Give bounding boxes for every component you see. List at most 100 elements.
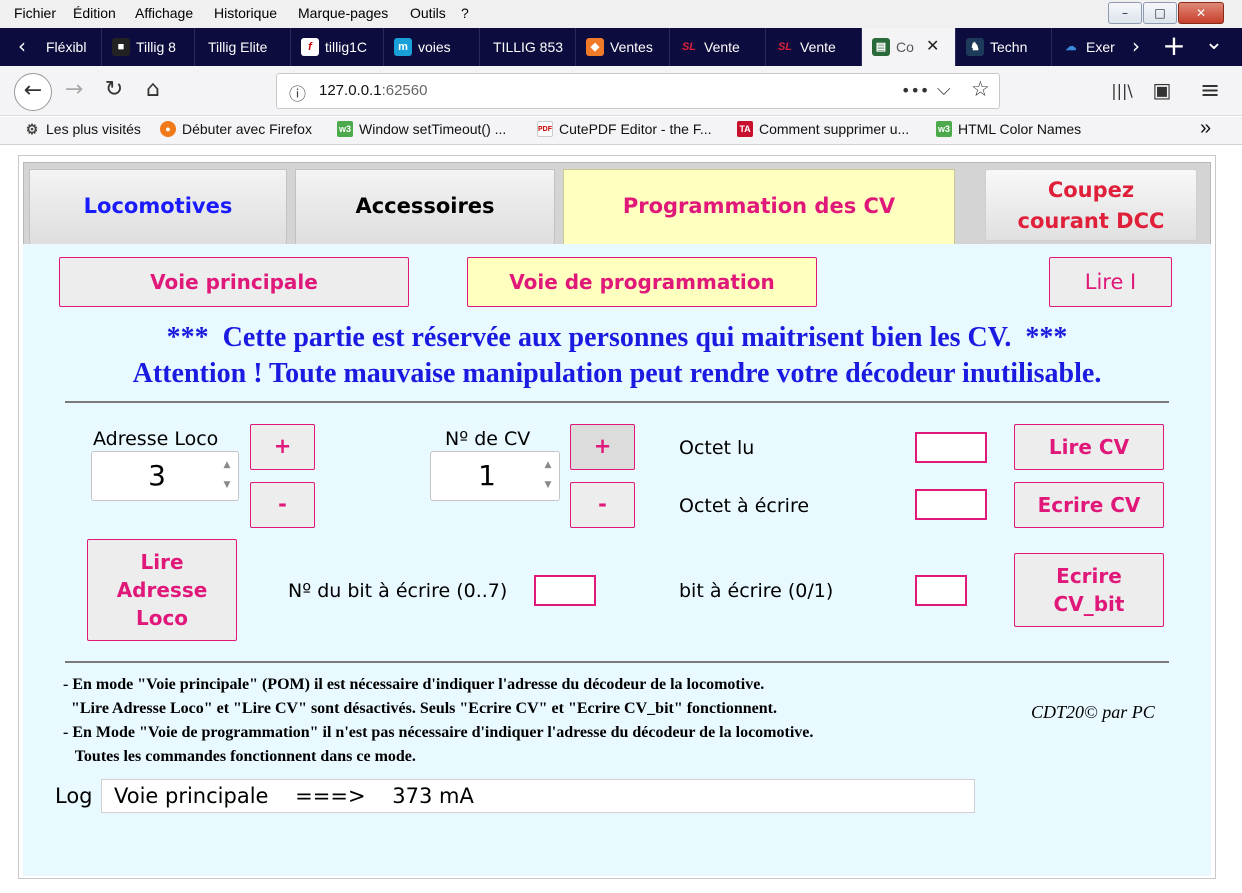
read-current-button[interactable]: Lire I [1049,257,1172,307]
menu-outils[interactable]: Outils [410,5,446,21]
bookmark-item[interactable]: w3 HTML Color Names [936,120,1081,137]
new-tab-button[interactable]: + [1160,28,1188,66]
sl-icon: SL [777,40,793,53]
menu-fichier[interactable]: Fichier [14,5,56,21]
bookmark-label: Window setTimeout() ... [359,121,507,137]
navigation-bar: ← → ↻ ⌂ ⓘ 127.0.0.1:62560 ••• ⌵ ☆ |||\ ▣… [0,66,1242,116]
maximize-button[interactable]: □ [1143,2,1177,24]
cut-dcc-power-button[interactable]: Coupez courant DCC [985,169,1197,241]
hamburger-menu-icon[interactable]: ≡ [1194,75,1226,107]
bookmark-item[interactable]: PDF CutePDF Editor - the F... [537,120,712,137]
library-icon[interactable]: |||\ [1106,75,1138,107]
box-icon: ◆ [586,37,604,56]
tab-accessoires[interactable]: Accessoires [295,169,555,245]
main-track-button[interactable]: Voie principale [59,257,409,307]
bookmark-item[interactable]: ● Débuter avec Firefox [160,120,312,137]
browser-tab[interactable]: f tillig1C [291,28,384,66]
address-minus-button[interactable]: - [250,482,315,528]
bookmark-item[interactable]: TA Comment supprimer u... [737,120,910,137]
bookmark-item[interactable]: ⚙ Les plus visités [24,121,141,137]
site-icon: ■ [112,37,130,56]
write-cv-button[interactable]: Ecrire CV [1014,482,1164,528]
cv-number-input[interactable]: 1 ▲ ▼ [430,451,560,501]
cv-plus-button[interactable]: + [570,424,635,470]
home-button[interactable]: ⌂ [137,75,169,107]
write-cv-bit-button[interactable]: Ecrire CV_bit [1014,553,1164,627]
reload-button[interactable]: ↻ [98,75,130,107]
browser-tab[interactable]: m voies [384,28,480,66]
octet-write-field[interactable] [915,489,987,520]
gear-icon: ⚙ [25,120,39,137]
address-value: 3 [148,459,166,492]
tab-locomotives[interactable]: Locomotives [29,169,287,245]
bit-number-field[interactable] [534,575,596,606]
browser-tab[interactable]: ■ Tillig 8 [102,28,195,66]
tab-label: Exer [1086,39,1115,55]
help-note-1: - En mode "Voie principale" (POM) il est… [63,676,765,693]
menu-edition[interactable]: Édition [73,5,116,21]
tab-label: voies [418,39,451,55]
bookmark-label: Débuter avec Firefox [182,121,312,137]
app-frame: Locomotives Accessoires Programmation de… [18,155,1216,879]
address-plus-button[interactable]: + [250,424,315,470]
minimize-button[interactable]: – [1108,2,1142,24]
read-cv-button[interactable]: Lire CV [1014,424,1164,470]
bookmark-label: CutePDF Editor - the F... [559,121,712,137]
url-host: 127.0.0.1 [319,82,382,99]
browser-tab[interactable]: TILLIG 853 [480,28,576,66]
warning-line-1: *** Cette partie est réservée aux person… [166,322,1068,353]
page-actions-icon[interactable]: ••• [901,81,929,100]
close-tab-icon[interactable]: ✕ [926,28,939,66]
browser-tab[interactable]: Tillig Elite [195,28,291,66]
w3-icon: w3 [337,120,353,137]
menu-historique[interactable]: Historique [214,5,277,21]
programming-track-button[interactable]: Voie de programmation [467,257,817,307]
cut-button-line1: Coupez [1047,178,1135,202]
page-content: Locomotives Accessoires Programmation de… [0,146,1242,893]
m-icon: m [394,37,412,56]
close-window-button[interactable]: ✕ [1178,2,1224,24]
spinner-arrows-icon[interactable]: ▲ ▼ [539,455,557,497]
sidebar-icon[interactable]: ▣ [1146,75,1178,107]
menu-marque-pages[interactable]: Marque-pages [298,5,388,21]
train-icon: ▤ [872,37,890,56]
browser-tab[interactable]: ♞ Techn [956,28,1052,66]
spinner-arrows-icon[interactable]: ▲ ▼ [218,455,236,497]
bookmark-item[interactable]: w3 Window setTimeout() ... [337,120,507,137]
forward-button[interactable]: → [58,75,90,107]
browser-tab[interactable]: SL Vente [766,28,862,66]
tab-programmation-cv[interactable]: Programmation des CV [563,169,955,245]
tab-label: Tillig 8 [136,39,176,55]
bookmarks-overflow-icon[interactable]: » [1200,117,1211,140]
tab-label: TILLIG 853 [493,39,564,55]
tab-scroll-left-icon[interactable]: ‹ [8,28,36,66]
read-address-button[interactable]: Lire Adresse Loco [87,539,237,641]
bookmark-label: Comment supprimer u... [759,121,910,137]
octet-read-field [915,432,987,463]
tab-label: Fléxibl [46,39,87,55]
bit-number-label: Nº du bit à écrire (0..7) [288,580,508,602]
horse-icon: ♞ [966,37,984,56]
tab-list-icon[interactable]: ⌄ [1200,28,1228,66]
menu-help[interactable]: ? [461,5,469,21]
browser-tab[interactable]: SL Vente [670,28,766,66]
tab-scroll-right-icon[interactable]: › [1122,28,1150,66]
browser-tab[interactable]: Fléxibl [36,28,102,66]
address-label: Adresse Loco [93,428,219,450]
pocket-icon[interactable]: ⌵ [937,79,951,100]
cv-number-label: Nº de CV [445,428,531,450]
tab-bar: ‹ Fléxibl ■ Tillig 8 Tillig Elite f tillig… [0,28,1242,66]
back-button[interactable]: ← [14,73,52,111]
star-icon[interactable]: ☆ [971,77,990,101]
address-input[interactable]: 3 ▲ ▼ [91,451,239,501]
browser-tab[interactable]: ☁ Exer [1052,28,1122,66]
menu-affichage[interactable]: Affichage [135,5,193,21]
bit-value-field[interactable] [915,575,967,606]
browser-tab-active[interactable]: ▤ Co ✕ [862,28,956,66]
divider [65,401,1169,403]
browser-tab[interactable]: ◆ Ventes [576,28,670,66]
read-address-line3: Loco [135,606,189,630]
cv-minus-button[interactable]: - [570,482,635,528]
address-bar[interactable]: ⓘ 127.0.0.1:62560 ••• ⌵ ☆ [276,73,1000,109]
info-icon[interactable]: ⓘ [289,80,306,105]
